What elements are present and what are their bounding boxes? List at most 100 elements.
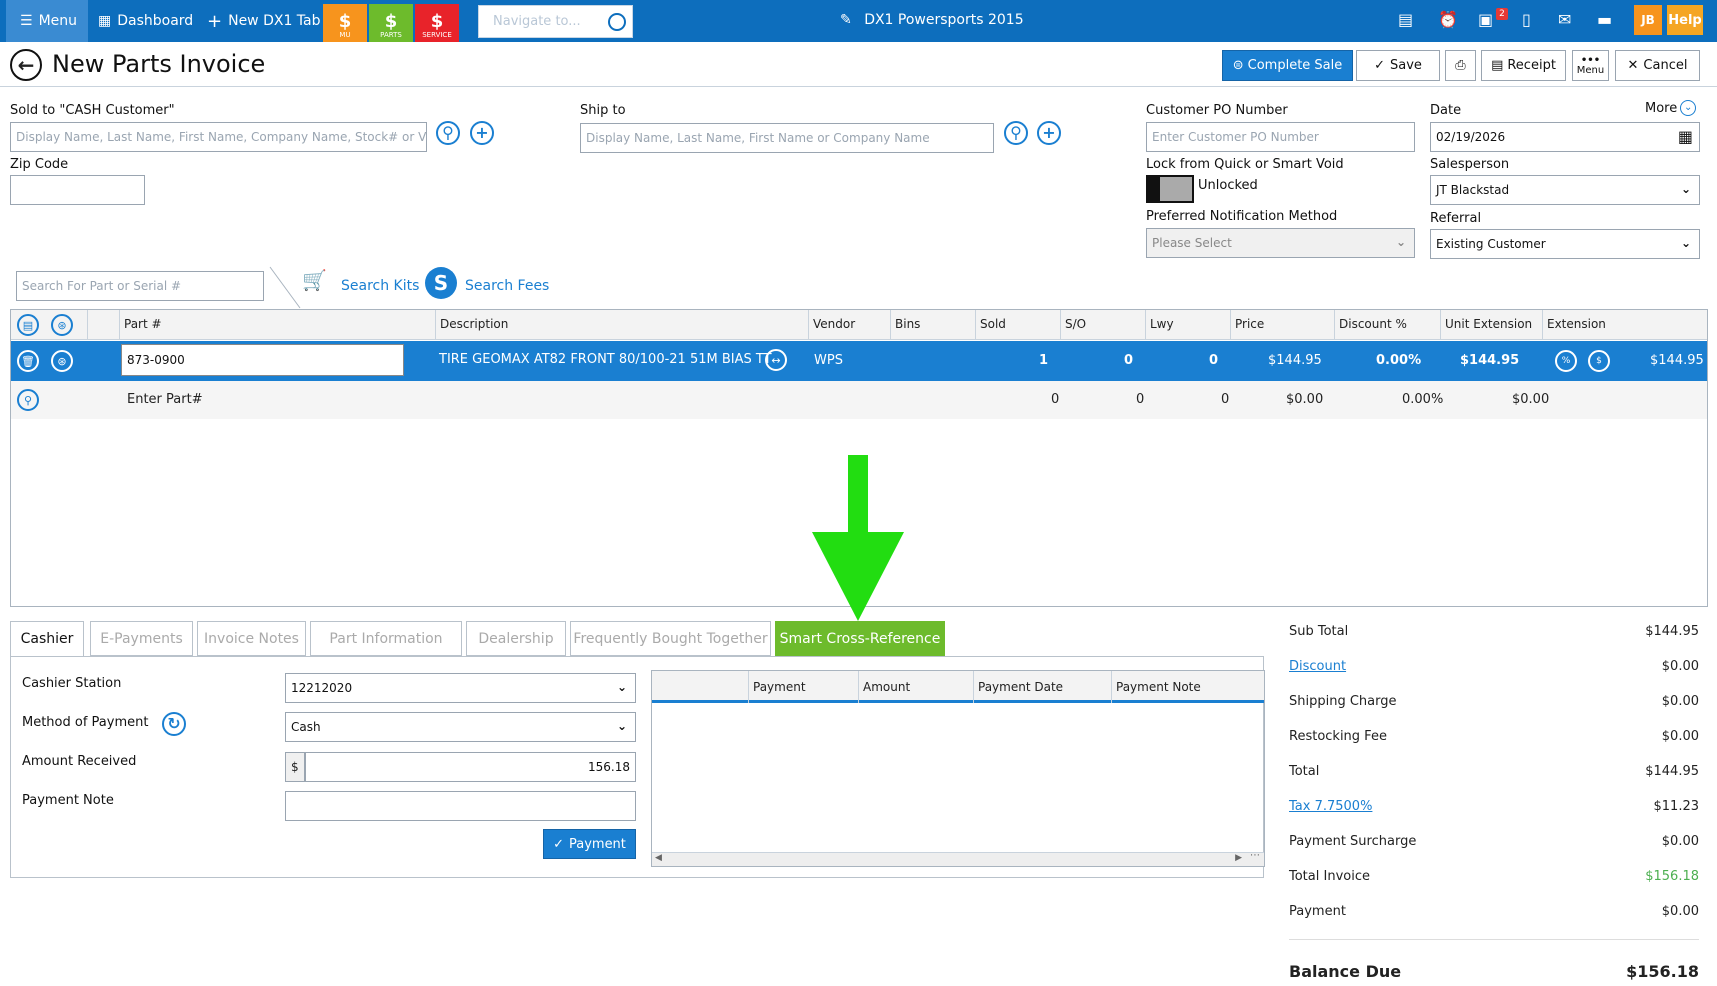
referral-select[interactable]: Existing Customer ⌄ xyxy=(1430,229,1700,259)
payments-scrollbar[interactable]: ◀ ▶ ⋯ xyxy=(652,850,1264,866)
tab-cashier[interactable]: Cashier xyxy=(10,621,84,657)
tab-smart-cross-reference[interactable]: Smart Cross-Reference xyxy=(775,621,945,656)
delete-row-icon[interactable]: 🗑 xyxy=(17,350,39,372)
tab-dealership[interactable]: Dealership xyxy=(466,621,566,656)
col-price[interactable]: Price xyxy=(1230,310,1334,340)
ship-to-search-icon[interactable]: ⚲ xyxy=(1004,121,1028,145)
row-sold[interactable]: 1 xyxy=(1039,353,1048,368)
fees-search-icon[interactable]: S xyxy=(425,267,457,299)
zip-code-input[interactable] xyxy=(10,175,145,205)
search-fees-link[interactable]: Search Fees xyxy=(465,278,549,294)
back-arrow-icon[interactable]: ← xyxy=(10,49,42,81)
tax-link[interactable]: Tax 7.7500% xyxy=(1289,799,1372,814)
row-unit-extension[interactable]: $144.95 xyxy=(1460,353,1519,368)
col-description[interactable]: Description xyxy=(435,310,810,340)
kits-search-icon[interactable]: 🛒 xyxy=(302,268,327,292)
col-lwy[interactable]: Lwy xyxy=(1145,310,1230,340)
col-part[interactable]: Part # xyxy=(119,310,445,340)
notification-method-select[interactable]: Please Select ⌄ xyxy=(1146,228,1415,258)
alarm-clock-icon[interactable]: ⏰ xyxy=(1438,10,1458,29)
menu-dots-button[interactable]: ••• Menu xyxy=(1572,50,1609,81)
salesperson-select[interactable]: JT Blackstad ⌄ xyxy=(1430,175,1700,205)
save-button[interactable]: ✓ Save xyxy=(1356,50,1440,81)
ship-to-add-icon[interactable]: + xyxy=(1037,121,1061,145)
lock-toggle[interactable] xyxy=(1146,175,1194,203)
new-tab-button[interactable]: + New DX1 Tab xyxy=(207,0,321,42)
scroll-right-icon[interactable]: ▶ xyxy=(1235,853,1242,863)
parts-module-tile[interactable]: $ PARTS xyxy=(369,4,413,42)
tab-part-information[interactable]: Part Information xyxy=(310,621,462,656)
sold-to-label: Sold to "CASH Customer" xyxy=(10,103,175,118)
percent-icon[interactable]: % xyxy=(1555,350,1577,372)
sold-to-add-icon[interactable]: + xyxy=(470,121,494,145)
col-payment[interactable]: Payment xyxy=(748,671,858,703)
scroll-left-icon[interactable]: ◀ xyxy=(655,853,662,863)
col-discount[interactable]: Discount % xyxy=(1334,310,1440,340)
lock-status: Unlocked xyxy=(1198,178,1258,193)
store-title[interactable]: ✎ DX1 Powersports 2015 xyxy=(840,12,1024,28)
tab-e-payments[interactable]: E-Payments xyxy=(90,621,193,656)
ship-to-input[interactable]: Display Name, Last Name, First Name or C… xyxy=(580,123,994,153)
table-row-new[interactable]: ⚲ Enter Part# 0 0 0 $0.00 0.00% $0.00 xyxy=(11,381,1707,419)
dashboard-button[interactable]: ▦ Dashboard xyxy=(98,0,193,42)
customer-po-input[interactable]: Enter Customer PO Number xyxy=(1146,122,1415,152)
cross-reference-icon[interactable]: ↔ xyxy=(765,349,787,371)
mobile-icon[interactable]: ▯ xyxy=(1522,10,1531,29)
col-extension[interactable]: Extension xyxy=(1542,310,1707,340)
payment-note-input[interactable] xyxy=(285,791,636,821)
table-row[interactable]: 🗑 ⊛ 873-0900 TIRE GEOMAX AT82 FRONT 80/1… xyxy=(11,341,1707,381)
col-payment-note[interactable]: Payment Note xyxy=(1111,671,1264,703)
scroll-more-icon[interactable]: ⋯ xyxy=(1250,850,1260,861)
col-unit-extension[interactable]: Unit Extension xyxy=(1440,310,1542,340)
help-button[interactable]: Help xyxy=(1667,5,1703,35)
col-payment-date[interactable]: Payment Date xyxy=(973,671,1111,703)
col-vendor[interactable]: Vendor xyxy=(808,310,890,340)
amount-received-input[interactable]: 156.18 xyxy=(305,752,636,782)
sold-to-search-icon[interactable]: ⚲ xyxy=(436,121,460,145)
calendar-icon[interactable]: ▦ xyxy=(1678,127,1693,146)
more-toggle[interactable]: More ⌄ xyxy=(1645,100,1697,116)
row-lwy[interactable]: 0 xyxy=(1209,353,1218,368)
navigate-input[interactable]: Navigate to... xyxy=(478,5,633,38)
cashier-station-select[interactable]: 12212020 ⌄ xyxy=(285,673,636,703)
part-lookup-search-icon[interactable]: ⚲ xyxy=(17,389,39,411)
grid-settings-icon[interactable]: ▤ xyxy=(17,314,39,336)
receipt-button[interactable]: ▤ Receipt xyxy=(1481,50,1566,81)
mu-module-tile[interactable]: $ MU xyxy=(323,4,367,42)
cancel-button[interactable]: ✕ Cancel xyxy=(1615,50,1700,81)
method-of-payment-select[interactable]: Cash ⌄ xyxy=(285,712,636,742)
part-number-field[interactable]: 873-0900 xyxy=(121,344,404,376)
enter-part-placeholder[interactable]: Enter Part# xyxy=(127,392,203,407)
compass-icon[interactable] xyxy=(608,13,626,31)
notifications-icon[interactable]: ▣ xyxy=(1478,10,1493,29)
payment-button[interactable]: ✓ Payment xyxy=(543,829,636,859)
sold-to-input[interactable]: Display Name, Last Name, First Name, Com… xyxy=(10,122,427,152)
col-bins[interactable]: Bins xyxy=(890,310,975,340)
dollar-discount-icon[interactable]: $ xyxy=(1588,350,1610,372)
mail-icon[interactable]: ✉ xyxy=(1558,10,1571,29)
chat-icon[interactable]: ▬ xyxy=(1597,10,1612,29)
payment-method-refresh-icon[interactable]: ↻ xyxy=(162,712,186,736)
tab-invoice-notes[interactable]: Invoice Notes xyxy=(197,621,306,656)
menu-button[interactable]: ☰ Menu xyxy=(6,0,88,42)
payments-grid: Payment Amount Payment Date Payment Note… xyxy=(651,670,1265,867)
tab-frequently-bought-together[interactable]: Frequently Bought Together xyxy=(570,621,771,656)
row-discount[interactable]: 0.00% xyxy=(1376,353,1421,368)
register-icon[interactable]: ▤ xyxy=(1398,10,1413,29)
part-search-input[interactable]: Search For Part or Serial # xyxy=(16,271,264,301)
row-so[interactable]: 0 xyxy=(1124,353,1133,368)
search-tab-slant xyxy=(269,266,301,309)
user-avatar[interactable]: JB xyxy=(1634,5,1662,35)
col-amount[interactable]: Amount xyxy=(858,671,973,703)
col-sold[interactable]: Sold xyxy=(975,310,1060,340)
service-module-tile[interactable]: $ SERVICE xyxy=(415,4,459,42)
search-kits-link[interactable]: Search Kits xyxy=(341,278,419,294)
row-cart-icon[interactable]: ⊛ xyxy=(51,350,73,372)
row-price[interactable]: $144.95 xyxy=(1268,353,1322,368)
print-button[interactable]: ⎙ xyxy=(1445,50,1476,81)
grid-cart-icon[interactable]: ⊛ xyxy=(51,314,73,336)
col-so[interactable]: S/O xyxy=(1060,310,1145,340)
date-input[interactable]: 02/19/2026 ▦ xyxy=(1430,122,1700,152)
discount-link[interactable]: Discount xyxy=(1289,659,1346,674)
complete-sale-button[interactable]: ⊜ Complete Sale xyxy=(1222,50,1353,81)
